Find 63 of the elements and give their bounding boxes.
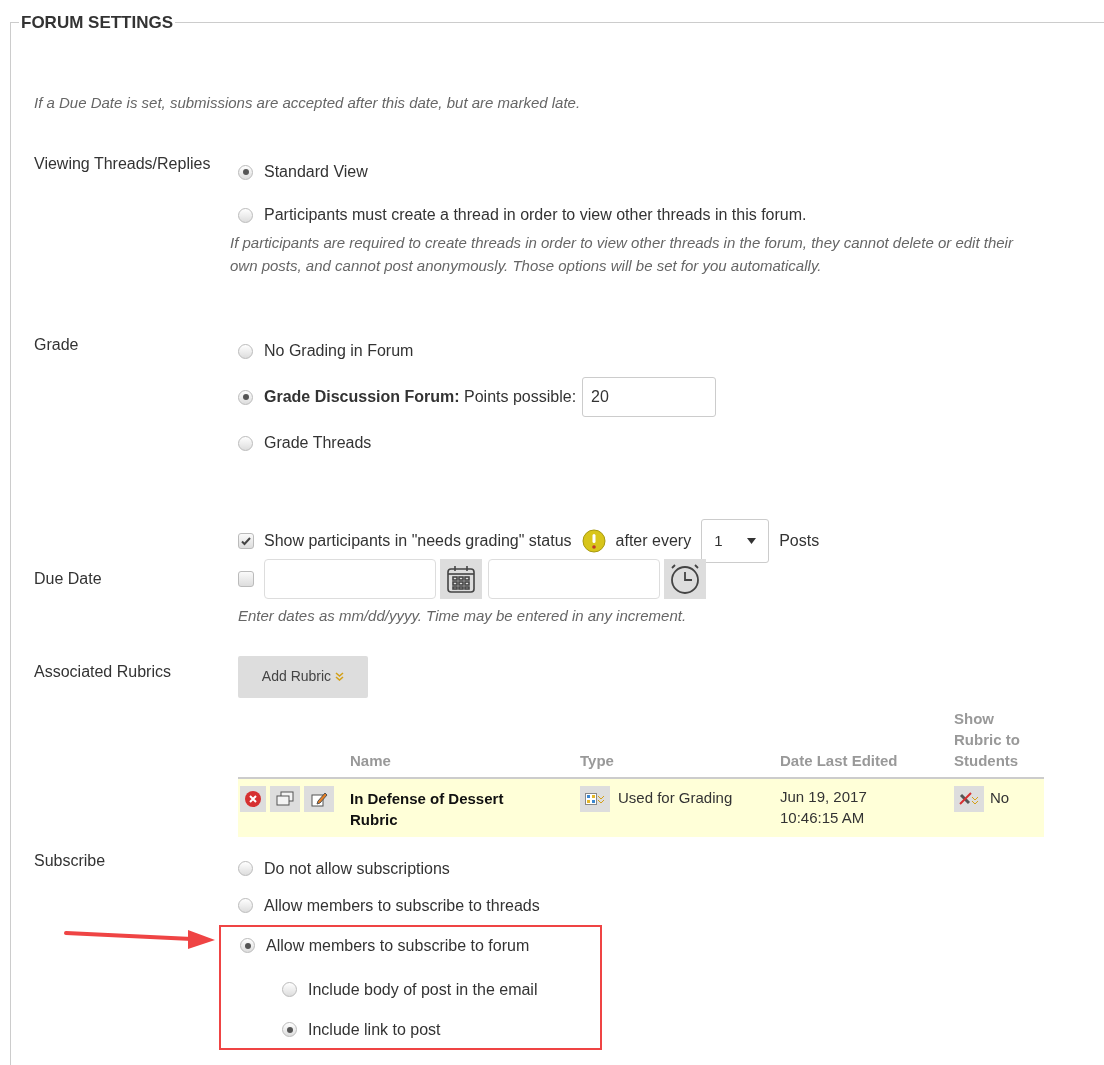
checkbox[interactable] [238, 533, 254, 549]
field-label: Associated Rubrics [34, 662, 171, 680]
radio-button[interactable] [238, 207, 253, 223]
option-label: Allow members to subscribe to threads [264, 895, 540, 916]
field-label: Subscribe [34, 851, 106, 869]
radio-button[interactable] [238, 343, 253, 359]
radio-button[interactable] [238, 861, 253, 876]
checkbox[interactable] [238, 571, 254, 587]
option-label: Show participants in "needs grading" status [264, 531, 572, 551]
radio-button[interactable] [282, 982, 297, 997]
option-label: Standard View [264, 162, 368, 182]
count-select[interactable]: 1 [701, 519, 770, 563]
option-label: Do not allow subscriptions [264, 858, 450, 879]
option-label: Grade Discussion Forum: Points possible: [264, 387, 577, 407]
option-label: Include body of post in the email [308, 979, 538, 1000]
warning-icon [581, 529, 606, 553]
copy-button[interactable] [270, 785, 300, 812]
option-label: Allow members to subscribe to forum [266, 935, 530, 956]
hidden-icon [958, 790, 980, 807]
copy-icon [276, 790, 294, 807]
type-menu-button[interactable] [580, 785, 610, 812]
radio-button[interactable] [238, 898, 253, 913]
delete-button[interactable] [240, 785, 266, 812]
field-label: Viewing Threads/Replies [34, 155, 211, 172]
rubric-name: In Defense of Dessert Rubric [350, 788, 505, 830]
column-header: Name [350, 750, 392, 771]
rubric-type: Used for Grading [618, 788, 733, 809]
radio-button[interactable] [238, 389, 253, 405]
rubric-date: Jun 19, 2017 10:46:15 AM [780, 786, 868, 828]
grid-icon [585, 792, 605, 805]
date-field[interactable] [264, 559, 436, 599]
radio-button[interactable] [240, 938, 255, 953]
option-label: Grade Threads [264, 433, 372, 453]
radio-button[interactable] [238, 435, 253, 451]
visibility-menu-button[interactable] [954, 785, 984, 812]
column-header: Date Last Edited [780, 750, 899, 771]
option-label: Participants must create a thread in order to view other threads in this forum. [264, 205, 807, 225]
calendar-icon [445, 563, 477, 595]
caret-icon [747, 538, 757, 544]
option-label: Include link to post [308, 1019, 441, 1040]
close-icon [244, 789, 262, 808]
field-label: Due Date [34, 570, 102, 587]
chevrons-down-icon [335, 672, 345, 681]
points-field[interactable]: 20 [582, 377, 717, 417]
section-title: FORUM SETTINGS [21, 13, 174, 32]
clock-icon [668, 562, 702, 596]
calendar-button[interactable] [440, 559, 482, 599]
help-text: If participants are required to create threads in order to view other threads in the forum, they cannot delete or edit their own posts, and cannot post anonymously. Those options will be set for you automatically. [230, 233, 1015, 276]
edit-button[interactable] [304, 785, 334, 812]
help-text: Enter dates as mm/dd/yyyy. Time may be entered in any increment. [238, 606, 687, 626]
option-label: Posts [779, 531, 820, 551]
radio-button[interactable] [238, 164, 253, 180]
field-label: Grade [34, 336, 79, 353]
time-field[interactable] [488, 559, 660, 599]
add-rubric-button[interactable]: Add Rubric [238, 655, 368, 698]
radio-button[interactable] [282, 1022, 297, 1037]
help-text: If a Due Date is set, submissions are accepted after this date, but are marked late. [34, 92, 581, 113]
column-header: Type [580, 750, 615, 771]
column-header: Show Rubric to Students [954, 708, 1021, 771]
rubric-visibility: No [990, 788, 1010, 809]
clock-button[interactable] [664, 559, 706, 599]
option-label: No Grading in Forum [264, 341, 414, 361]
option-label: after every [615, 531, 692, 551]
